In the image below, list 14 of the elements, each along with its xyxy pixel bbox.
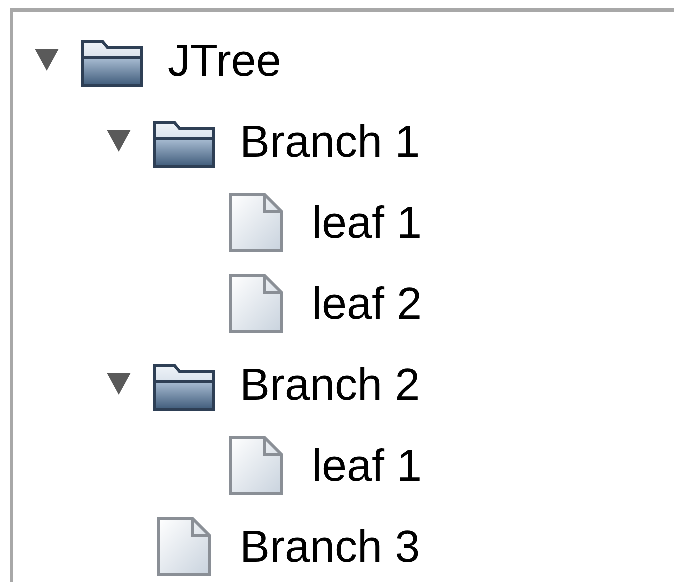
- node-label[interactable]: leaf 1: [312, 200, 422, 245]
- node-label[interactable]: Branch 1: [240, 119, 420, 164]
- expanded-toggle-icon[interactable]: [107, 130, 131, 154]
- expanded-toggle-icon[interactable]: [107, 372, 131, 396]
- document-icon: [228, 434, 286, 496]
- node-label[interactable]: leaf 2: [312, 281, 422, 326]
- node-label[interactable]: JTree: [168, 38, 282, 83]
- node-label[interactable]: Branch 2: [240, 362, 420, 407]
- document-icon: [156, 516, 214, 578]
- document-icon: [228, 272, 286, 334]
- expanded-toggle-icon[interactable]: [35, 48, 59, 72]
- document-icon: [228, 192, 286, 254]
- node-label[interactable]: leaf 1: [312, 443, 422, 488]
- node-label[interactable]: Branch 3: [240, 524, 420, 569]
